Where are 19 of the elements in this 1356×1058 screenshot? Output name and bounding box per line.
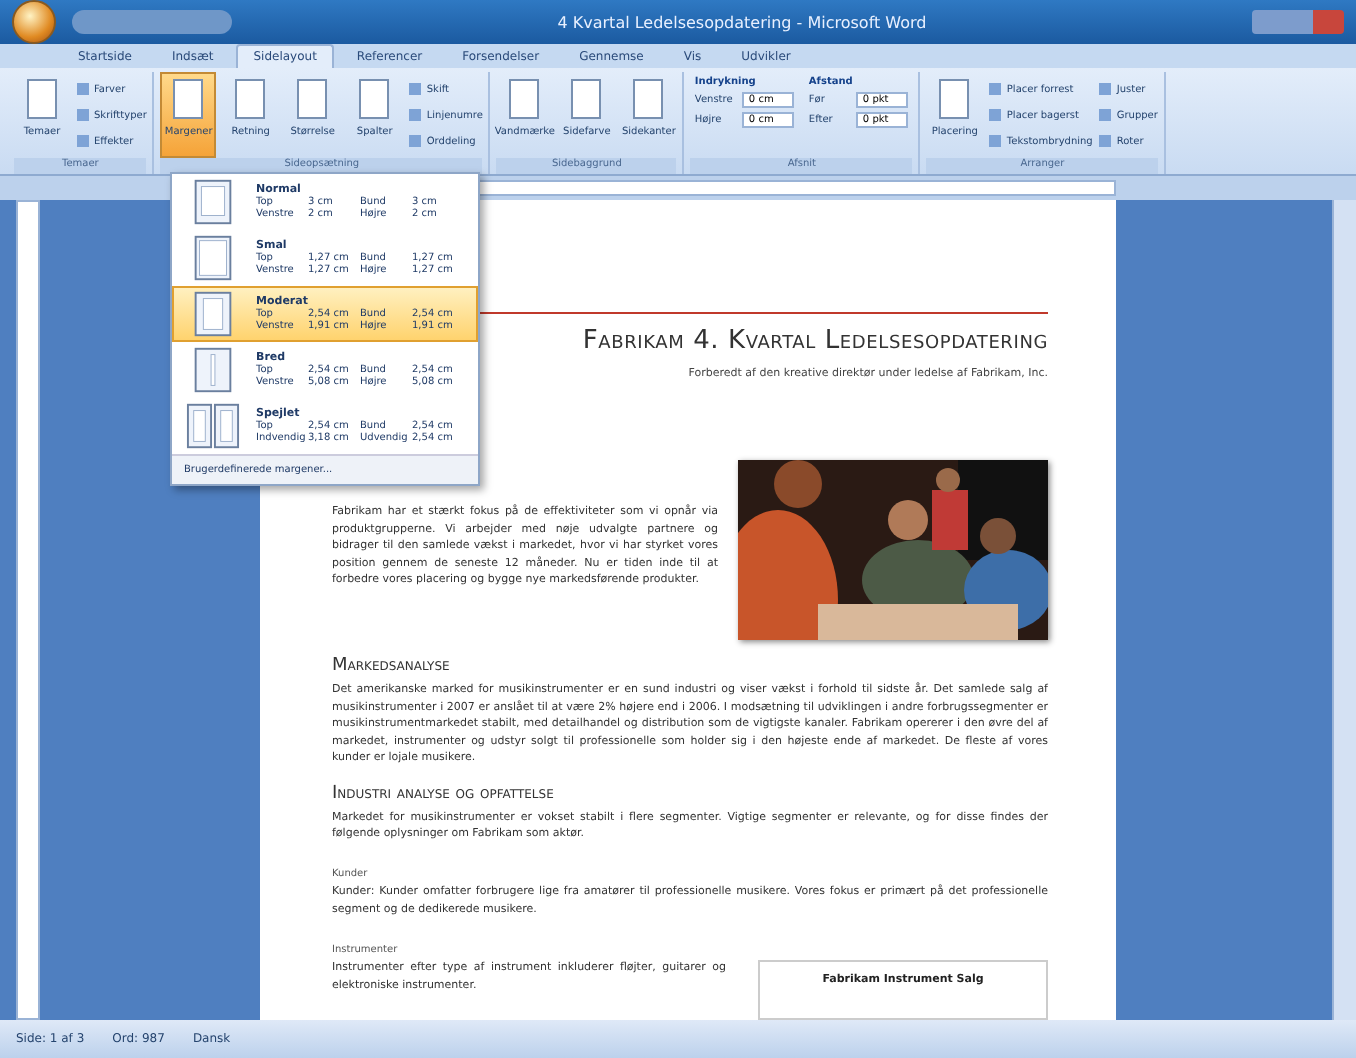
- document-icon: [506, 78, 543, 122]
- document-icon: [936, 78, 973, 122]
- quick-access-toolbar[interactable]: [72, 10, 232, 34]
- document-icon: [232, 78, 269, 122]
- window-title: 4 Kvartal Ledelsesopdatering - Microsoft Word: [555, 13, 929, 31]
- vertical-scrollbar[interactable]: [1332, 200, 1356, 1020]
- document-icon: [294, 78, 331, 122]
- document-icon: [568, 78, 605, 122]
- mirrored-pages-icon: [186, 402, 240, 450]
- section-heading: Industri analyse og opfattelse: [332, 783, 556, 803]
- document-icon: [630, 78, 667, 122]
- office-button[interactable]: [12, 0, 56, 44]
- window-controls[interactable]: [1252, 10, 1344, 34]
- section-heading: Markedsanalyse: [332, 656, 452, 676]
- document-title: Fabrikam 4. Kvartal Ledelsesopdatering: [582, 326, 1048, 356]
- document-icon: [24, 78, 60, 122]
- vertical-ruler[interactable]: [16, 200, 40, 1020]
- document-icon: [170, 78, 207, 122]
- document-icon: [356, 78, 393, 122]
